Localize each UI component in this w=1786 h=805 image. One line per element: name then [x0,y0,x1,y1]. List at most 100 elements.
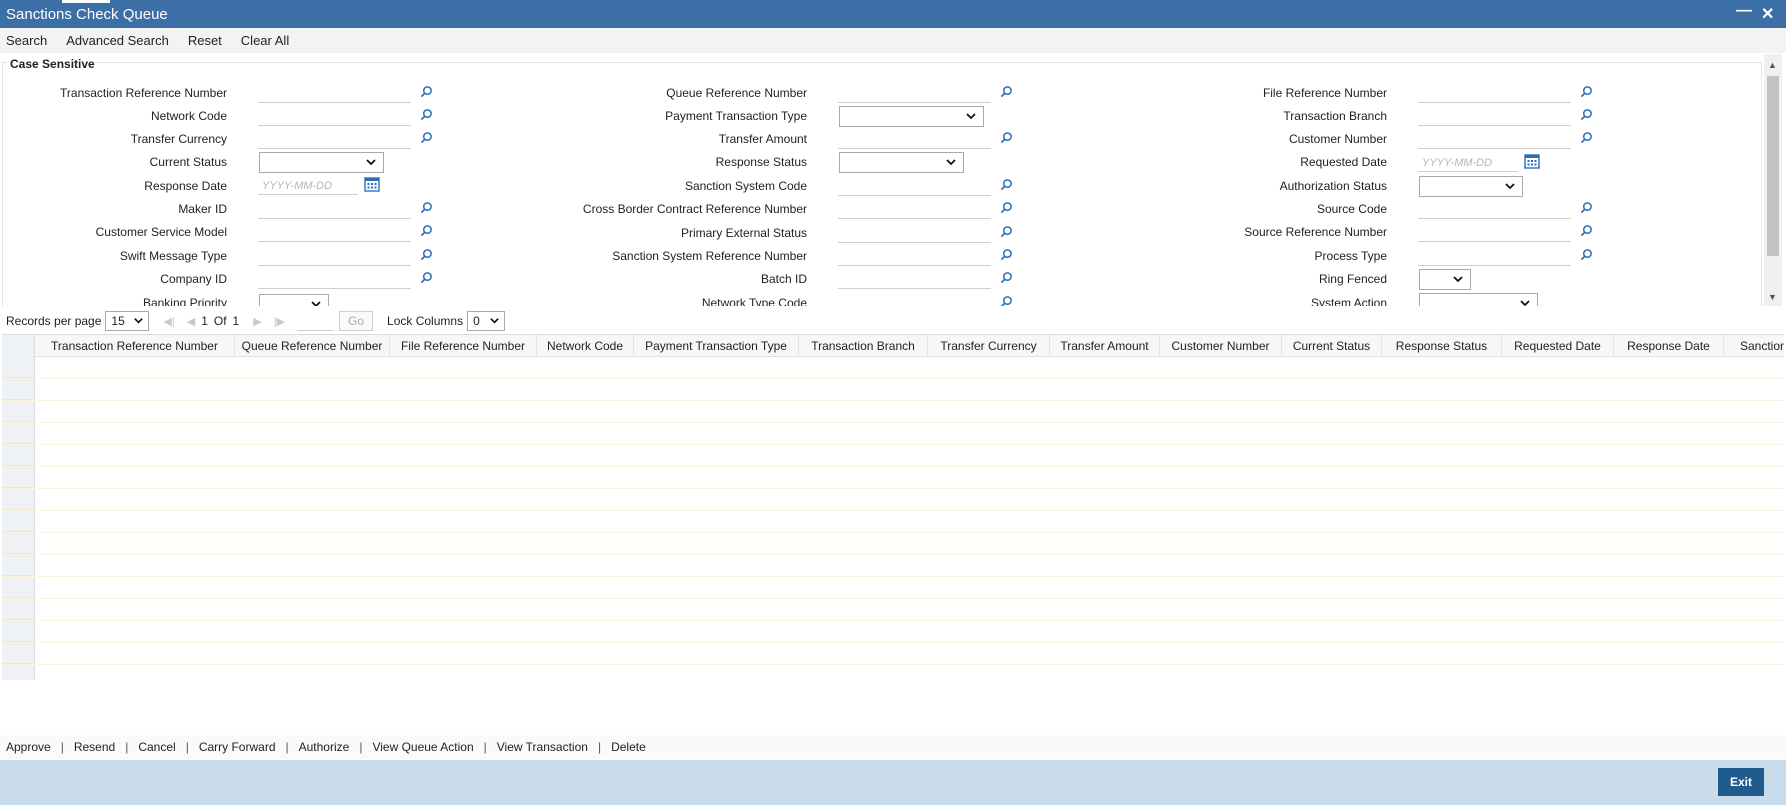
row-header[interactable] [2,599,35,620]
table-row[interactable] [2,577,1784,599]
clear-all-button[interactable]: Clear All [241,33,289,48]
view-queue-action-button[interactable]: View Queue Action [372,740,473,754]
column-header[interactable]: Response Date [1614,335,1724,357]
view-transaction-button[interactable]: View Transaction [497,740,588,754]
exit-button[interactable]: Exit [1718,768,1764,796]
row-header[interactable] [2,643,35,664]
current-status-select[interactable] [259,152,384,173]
lock-columns-select[interactable]: 0 [467,311,506,331]
table-row[interactable] [2,489,1784,511]
scroll-down-icon[interactable]: ▼ [1768,292,1777,302]
table-row[interactable] [2,445,1784,467]
swift-message-type-input[interactable] [258,247,411,266]
table-row[interactable] [2,533,1784,555]
table-row[interactable] [2,511,1784,533]
transfer-currency-input[interactable] [258,130,411,149]
minimize-icon[interactable]: — [1736,2,1752,20]
row-header[interactable] [2,423,35,444]
close-icon[interactable]: ✕ [1761,4,1774,24]
column-header[interactable]: Transfer Currency [928,335,1050,357]
row-header[interactable] [2,489,35,510]
transfer-amount-input[interactable] [838,130,991,149]
table-row[interactable] [2,665,1784,680]
delete-button[interactable]: Delete [611,740,646,754]
search-icon[interactable] [1580,85,1593,98]
row-header[interactable] [2,533,35,554]
search-icon[interactable] [1580,201,1593,214]
payment-transaction-type-select[interactable] [839,106,984,127]
column-header[interactable]: Response Status [1382,335,1502,357]
network-type-code-input[interactable] [838,294,991,306]
search-icon[interactable] [1000,225,1013,238]
approve-button[interactable]: Approve [6,740,51,754]
row-header[interactable] [2,665,35,680]
process-type-input[interactable] [1418,247,1571,266]
customer-number-input[interactable] [1418,130,1571,149]
search-icon[interactable] [420,271,433,284]
search-icon[interactable] [1000,295,1013,306]
calendar-icon[interactable] [364,177,380,192]
search-icon[interactable] [420,85,433,98]
search-icon[interactable] [420,224,433,237]
column-header[interactable]: Transaction Reference Number [35,335,235,357]
file-reference-number-input[interactable] [1418,84,1571,103]
table-row[interactable] [2,555,1784,577]
column-header[interactable]: Transfer Amount [1050,335,1160,357]
table-row[interactable] [2,599,1784,621]
search-icon[interactable] [420,248,433,261]
company-id-input[interactable] [258,270,411,289]
page-number-input[interactable] [297,311,334,331]
column-header[interactable]: Payment Transaction Type [634,335,799,357]
authorization-status-select[interactable] [1419,176,1523,197]
row-header[interactable] [2,621,35,642]
search-icon[interactable] [1000,85,1013,98]
resend-button[interactable]: Resend [74,740,115,754]
batch-id-input[interactable] [838,270,991,289]
search-icon[interactable] [1000,271,1013,284]
column-header[interactable]: Requested Date [1502,335,1614,357]
advanced-search-button[interactable]: Advanced Search [66,33,169,48]
customer-service-model-input[interactable] [258,223,411,242]
search-icon[interactable] [1000,201,1013,214]
table-row[interactable] [2,621,1784,643]
column-header[interactable]: Sanction [1724,335,1784,357]
records-per-page-select[interactable]: 15 [105,311,150,331]
calendar-icon[interactable] [1524,154,1540,169]
go-button[interactable]: Go [339,311,374,331]
last-page-icon[interactable]: |▶ [274,315,285,328]
search-button[interactable]: Search [6,33,47,48]
queue-reference-number-input[interactable] [838,84,991,103]
row-header[interactable] [2,401,35,422]
source-reference-number-input[interactable] [1418,223,1571,242]
search-icon[interactable] [1580,131,1593,144]
search-icon[interactable] [420,108,433,121]
system-action-select[interactable] [1419,293,1538,306]
search-icon[interactable] [1000,131,1013,144]
column-header[interactable]: Network Code [537,335,634,357]
maker-id-input[interactable] [258,200,411,219]
search-icon[interactable] [1580,224,1593,237]
authorize-button[interactable]: Authorize [299,740,350,754]
table-row[interactable] [2,467,1784,489]
search-icon[interactable] [420,201,433,214]
row-header[interactable] [2,445,35,466]
transaction-branch-input[interactable] [1418,107,1571,126]
row-header[interactable] [2,511,35,532]
first-page-icon[interactable]: ◀| [163,315,174,328]
table-row[interactable] [2,643,1784,665]
sanction-system-reference-number-input[interactable] [838,247,991,266]
row-header[interactable] [2,577,35,598]
carry-forward-button[interactable]: Carry Forward [199,740,276,754]
search-icon[interactable] [1580,248,1593,261]
table-row[interactable] [2,379,1784,401]
search-icon[interactable] [420,131,433,144]
row-header[interactable] [2,357,35,378]
sanction-system-code-input[interactable] [838,177,991,196]
row-header[interactable] [2,379,35,400]
requested-date-input[interactable] [1418,153,1518,172]
previous-page-icon[interactable]: ◀ [187,315,195,328]
transaction-reference-number-input[interactable] [258,84,411,103]
search-panel-scrollbar[interactable]: ▲ ▼ [1764,54,1782,306]
search-icon[interactable] [1000,178,1013,191]
response-date-input[interactable] [258,176,358,195]
